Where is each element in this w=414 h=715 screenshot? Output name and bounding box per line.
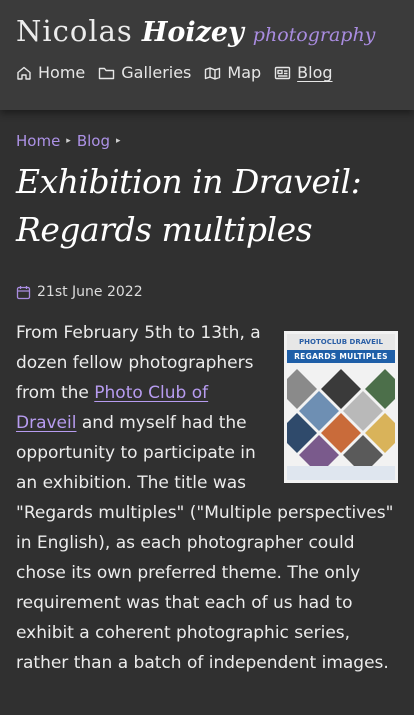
poster-club-logo: PHOTOCLUB DRAVEIL [287, 334, 395, 350]
post-date: 21st June 2022 [16, 284, 398, 300]
nav-item-galleries[interactable]: Galleries [98, 63, 191, 82]
main-nav: Home Galleries Map Blog [16, 63, 398, 82]
map-icon [205, 66, 221, 80]
site-header: Nicolas Hoizey photography Home Gallerie… [0, 0, 414, 110]
brand-tagline: photography [252, 24, 376, 46]
breadcrumb: Home ▸ Blog ▸ [16, 132, 398, 150]
main-content: Home ▸ Blog ▸ Exhibition in Draveil: Reg… [0, 132, 414, 678]
brand-first-name: Nicolas [16, 14, 133, 48]
breadcrumb-blog[interactable]: Blog [77, 132, 110, 150]
nav-item-blog[interactable]: Blog [274, 63, 333, 82]
poster-footer [287, 466, 395, 480]
calendar-icon [16, 285, 31, 299]
breadcrumb-separator-icon: ▸ [66, 136, 71, 146]
article-body: PHOTOCLUB DRAVEIL REGARDS MULTIPLES From… [16, 318, 405, 678]
poster-headline: REGARDS MULTIPLES [287, 350, 395, 363]
brand-last-name: Hoizey [141, 17, 244, 48]
nav-item-home[interactable]: Home [16, 63, 85, 82]
poster-photo-mosaic [277, 367, 405, 475]
nav-label-map: Map [227, 63, 262, 82]
site-logo[interactable]: Nicolas Hoizey photography [16, 14, 398, 48]
post-date-text: 21st June 2022 [37, 284, 143, 300]
breadcrumb-home[interactable]: Home [16, 132, 60, 150]
nav-label-blog: Blog [297, 63, 333, 82]
breadcrumb-separator-icon: ▸ [116, 136, 121, 146]
exhibition-poster-image[interactable]: PHOTOCLUB DRAVEIL REGARDS MULTIPLES [277, 331, 405, 483]
nav-item-map[interactable]: Map [204, 63, 261, 82]
home-icon [17, 66, 31, 80]
news-icon [274, 66, 291, 79]
folder-icon [99, 67, 115, 79]
page-title: Exhibition in Draveil: Regards multiples [16, 162, 362, 249]
nav-label-home: Home [38, 63, 86, 82]
nav-label-galleries: Galleries [121, 63, 192, 82]
